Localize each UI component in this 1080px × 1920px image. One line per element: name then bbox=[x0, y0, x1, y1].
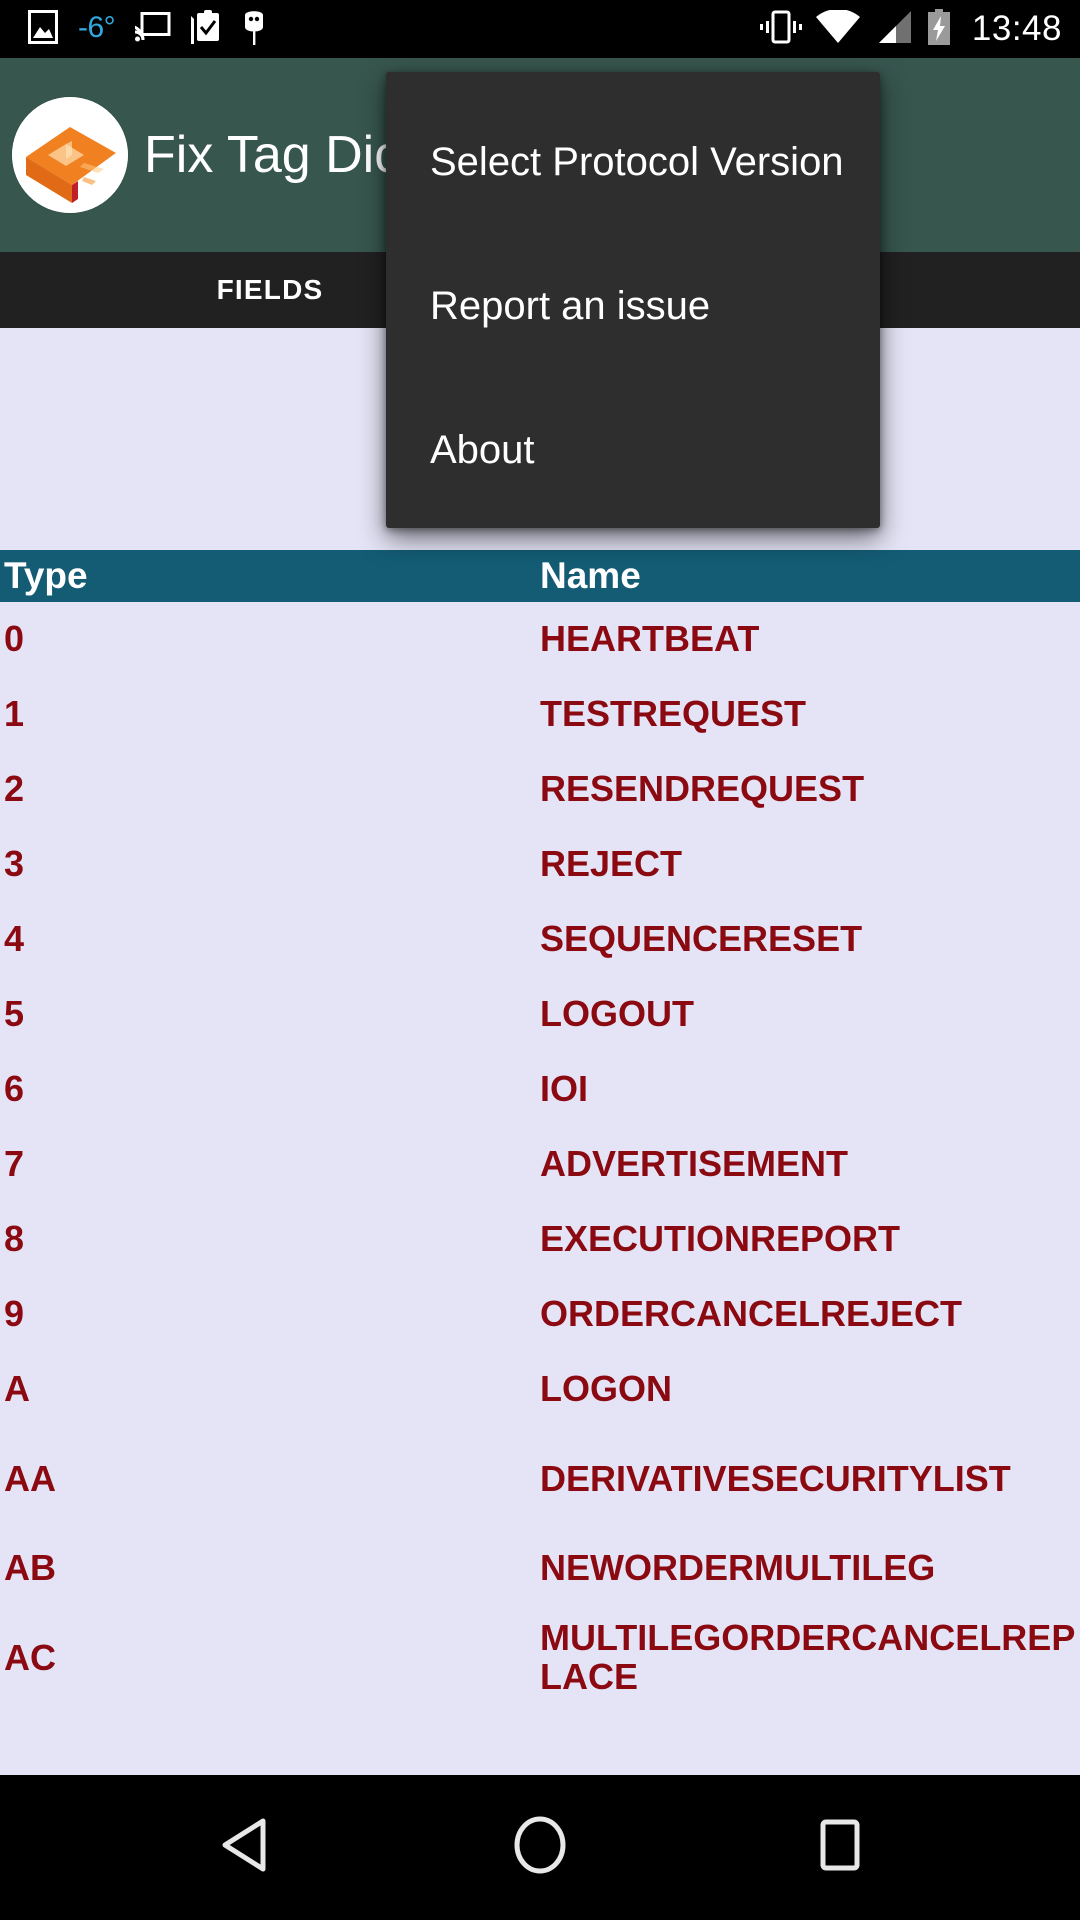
column-header-type: Type bbox=[4, 555, 88, 596]
square-icon bbox=[814, 1817, 866, 1878]
cell-type: AC bbox=[4, 1636, 56, 1678]
cell-name: MULTILEGORDERCANCELREPLACE bbox=[540, 1617, 1076, 1697]
table-row[interactable]: 4 SEQUENCERESET bbox=[0, 902, 1080, 977]
cell-name: LOGOUT bbox=[540, 993, 694, 1035]
cell-type: 6 bbox=[4, 1068, 25, 1110]
table-body: 0 HEARTBEAT 1 TESTREQUEST 2 RESENDREQUEST 3 REJ… bbox=[0, 602, 1080, 1710]
cell-type: 2 bbox=[4, 768, 25, 810]
overflow-menu: Select Protocol Version Report an issue … bbox=[386, 72, 880, 528]
cell-type: 4 bbox=[4, 918, 25, 960]
cell-name: LOGON bbox=[540, 1368, 672, 1410]
table-row[interactable]: 0 HEARTBEAT bbox=[0, 602, 1080, 677]
device-screen: -6° 13:48 Fix Tag Dicti FIELDS Type Name… bbox=[0, 0, 1080, 1920]
battery-charging-icon bbox=[926, 8, 952, 50]
system-navigation-bar bbox=[0, 1775, 1080, 1920]
table-row[interactable]: AC MULTILEGORDERCANCELREPLACE bbox=[0, 1606, 1080, 1710]
cell-name: HEARTBEAT bbox=[540, 618, 760, 660]
recents-button[interactable] bbox=[750, 1775, 930, 1920]
cell-type: 3 bbox=[4, 843, 25, 885]
cell-type: 8 bbox=[4, 1218, 25, 1260]
table-row[interactable]: 3 REJECT bbox=[0, 827, 1080, 902]
cell-name: ADVERTISEMENT bbox=[540, 1143, 849, 1185]
table-row[interactable]: AA DERIVATIVESECURITYLIST bbox=[0, 1427, 1080, 1531]
table-row[interactable]: 1 TESTREQUEST bbox=[0, 677, 1080, 752]
home-button[interactable] bbox=[450, 1775, 630, 1920]
table-row[interactable]: 2 RESENDREQUEST bbox=[0, 752, 1080, 827]
table-row[interactable]: 6 IOI bbox=[0, 1052, 1080, 1127]
table-row[interactable]: 5 LOGOUT bbox=[0, 977, 1080, 1052]
cell-name: IOI bbox=[540, 1068, 589, 1110]
temperature-indicator: -6° bbox=[78, 11, 116, 44]
cell-name: SEQUENCERESET bbox=[540, 918, 863, 960]
image-icon bbox=[28, 9, 58, 49]
table-row[interactable]: 9 ORDERCANCELREJECT bbox=[0, 1277, 1080, 1352]
cell-name: TESTREQUEST bbox=[540, 693, 807, 735]
menu-item-about[interactable]: About bbox=[386, 378, 880, 522]
cell-type: A bbox=[4, 1368, 30, 1410]
menu-item-report-an-issue[interactable]: Report an issue bbox=[386, 234, 880, 378]
cell-name: EXECUTIONREPORT bbox=[540, 1218, 901, 1260]
menu-item-select-protocol-version[interactable]: Select Protocol Version bbox=[386, 90, 880, 234]
android-debug-icon bbox=[241, 9, 267, 50]
table-row[interactable]: 8 EXECUTIONREPORT bbox=[0, 1202, 1080, 1277]
column-header-name: Name bbox=[540, 555, 641, 596]
table-header-row: Type Name bbox=[0, 550, 1080, 602]
status-bar-left-icons: -6° bbox=[28, 9, 267, 50]
table-row[interactable]: A LOGON bbox=[0, 1352, 1080, 1427]
cell-type: 5 bbox=[4, 993, 25, 1035]
status-bar-clock: 13:48 bbox=[971, 9, 1062, 48]
status-bar-right-icons: 13:48 bbox=[759, 8, 1062, 50]
app-logo-dictionary bbox=[12, 97, 128, 213]
back-button[interactable] bbox=[155, 1775, 335, 1920]
circle-icon bbox=[512, 1815, 568, 1880]
cell-type: AB bbox=[4, 1547, 56, 1589]
cell-name: RESENDREQUEST bbox=[540, 768, 865, 810]
status-bar: -6° 13:48 bbox=[0, 0, 1080, 58]
table-row[interactable]: 7 ADVERTISEMENT bbox=[0, 1127, 1080, 1202]
cell-name: NEWORDERMULTILEG bbox=[540, 1547, 936, 1589]
cast-icon bbox=[129, 11, 171, 47]
cell-type: 0 bbox=[4, 618, 25, 660]
cell-type: 9 bbox=[4, 1293, 25, 1335]
cell-name: ORDERCANCELREJECT bbox=[540, 1293, 963, 1335]
table-row[interactable]: AB NEWORDERMULTILEG bbox=[0, 1531, 1080, 1606]
app-title: Fix Tag Dicti bbox=[144, 126, 427, 184]
wifi-icon bbox=[815, 8, 860, 49]
cellular-signal-icon bbox=[874, 10, 912, 49]
vibrate-icon bbox=[759, 10, 802, 49]
cell-type: 1 bbox=[4, 693, 25, 735]
cell-type: AA bbox=[4, 1457, 56, 1499]
content-area: Type Name 0 HEARTBEAT 1 TESTREQUEST 2 RESENDR… bbox=[0, 328, 1080, 1775]
cell-type: 7 bbox=[4, 1143, 25, 1185]
clipboard-check-icon bbox=[191, 9, 221, 49]
cell-name: DERIVATIVESECURITYLIST bbox=[540, 1457, 1011, 1499]
triangle-left-icon bbox=[219, 1817, 271, 1878]
cell-name: REJECT bbox=[540, 843, 683, 885]
